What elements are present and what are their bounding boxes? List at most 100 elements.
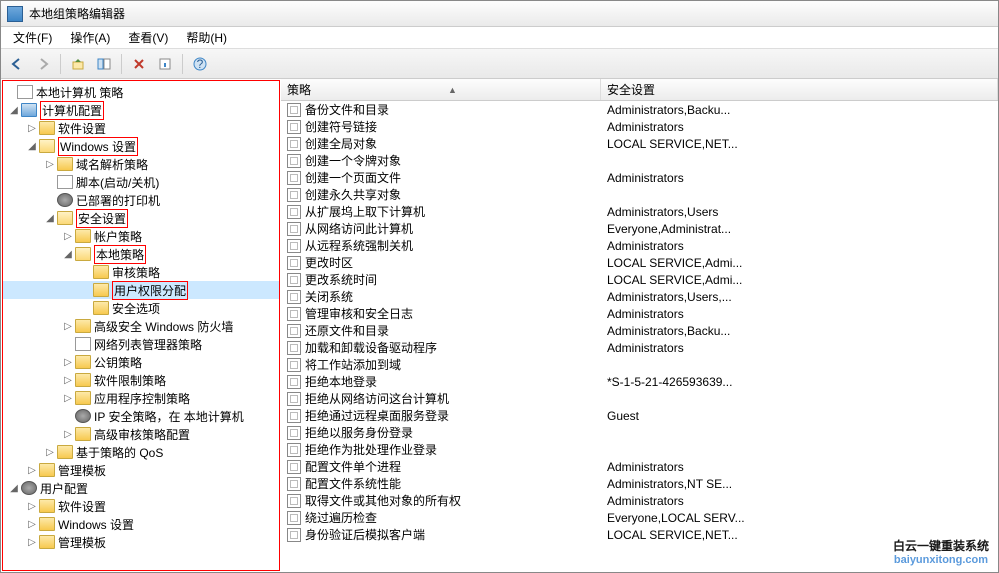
policy-item-icon xyxy=(287,154,301,168)
menu-action[interactable]: 操作(A) xyxy=(62,27,118,48)
list-row[interactable]: 将工作站添加到域 xyxy=(281,356,998,373)
tree-security-settings[interactable]: ◢ 安全设置 xyxy=(3,209,279,227)
tree-ipsec[interactable]: ▷IP 安全策略，在 本地计算机 xyxy=(3,407,279,425)
content-area: ▷本地计算机 策略 ◢计算机配置 ▷软件设置 ◢Windows 设置 ▷域名解析… xyxy=(1,79,998,572)
expand-icon[interactable]: ▷ xyxy=(61,321,75,332)
expand-icon[interactable]: ◢ xyxy=(25,141,39,152)
expand-icon[interactable]: ▷ xyxy=(25,465,39,476)
tree-software-settings[interactable]: ▷软件设置 xyxy=(3,119,279,137)
printer-icon xyxy=(57,193,73,207)
menu-help[interactable]: 帮助(H) xyxy=(178,27,235,48)
tree-root[interactable]: ▷本地计算机 策略 xyxy=(3,83,279,101)
properties-button[interactable] xyxy=(153,52,177,76)
list-row[interactable]: 身份验证后模拟客户端LOCAL SERVICE,NET... xyxy=(281,526,998,543)
list-row[interactable]: 更改时区LOCAL SERVICE,Admi... xyxy=(281,254,998,271)
up-button[interactable] xyxy=(66,52,90,76)
list-row[interactable]: 配置文件系统性能Administrators,NT SE... xyxy=(281,475,998,492)
expand-icon[interactable]: ▷ xyxy=(61,375,75,386)
policy-name: 从扩展坞上取下计算机 xyxy=(305,203,425,220)
tree-pubkey[interactable]: ▷公钥策略 xyxy=(3,353,279,371)
policy-item-icon xyxy=(287,307,301,321)
list-row[interactable]: 从扩展坞上取下计算机Administrators,Users xyxy=(281,203,998,220)
tree-computer-config[interactable]: ◢计算机配置 xyxy=(3,101,279,119)
expand-icon[interactable]: ▷ xyxy=(25,537,39,548)
tree-uc-windows[interactable]: ▷Windows 设置 xyxy=(3,515,279,533)
list-row[interactable]: 拒绝从网络访问这台计算机 xyxy=(281,390,998,407)
help-button[interactable]: ? xyxy=(188,52,212,76)
list-row[interactable]: 管理审核和安全日志Administrators xyxy=(281,305,998,322)
tree-security-options[interactable]: ▷安全选项 xyxy=(3,299,279,317)
toolbar-separator xyxy=(60,54,61,74)
list-row[interactable]: 更改系统时间LOCAL SERVICE,Admi... xyxy=(281,271,998,288)
tree-panel[interactable]: ▷本地计算机 策略 ◢计算机配置 ▷软件设置 ◢Windows 设置 ▷域名解析… xyxy=(2,80,280,571)
tree-windows-settings[interactable]: ◢Windows 设置 xyxy=(3,137,279,155)
list-row[interactable]: 从远程系统强制关机Administrators xyxy=(281,237,998,254)
expand-icon[interactable]: ▷ xyxy=(43,159,57,170)
column-security[interactable]: 安全设置 xyxy=(601,79,998,100)
list-row[interactable]: 加载和卸载设备驱动程序Administrators xyxy=(281,339,998,356)
tree-softrestrict[interactable]: ▷软件限制策略 xyxy=(3,371,279,389)
list-row[interactable]: 创建一个令牌对象 xyxy=(281,152,998,169)
tree-local-policy[interactable]: ◢本地策略 xyxy=(3,245,279,263)
expand-icon[interactable]: ◢ xyxy=(61,249,75,260)
expand-icon[interactable]: ▷ xyxy=(61,357,75,368)
policy-icon xyxy=(17,85,33,99)
tree-uc-software[interactable]: ▷软件设置 xyxy=(3,497,279,515)
security-setting: Administrators xyxy=(601,239,998,253)
expand-icon[interactable]: ◢ xyxy=(7,105,21,116)
shield-icon xyxy=(75,409,91,423)
expand-icon[interactable]: ▷ xyxy=(25,519,39,530)
security-setting: Administrators xyxy=(601,460,998,474)
list-header: 策略▲ 安全设置 xyxy=(281,79,998,101)
policy-name: 取得文件或其他对象的所有权 xyxy=(305,492,461,509)
expand-icon[interactable]: ▷ xyxy=(61,393,75,404)
policy-name: 创建符号链接 xyxy=(305,118,377,135)
tree-netlist[interactable]: ▷网络列表管理器策略 xyxy=(3,335,279,353)
back-button[interactable] xyxy=(5,52,29,76)
list-row[interactable]: 关闭系统Administrators,Users,... xyxy=(281,288,998,305)
expand-icon[interactable]: ▷ xyxy=(43,447,57,458)
tree-audit-policy[interactable]: ▷审核策略 xyxy=(3,263,279,281)
list-row[interactable]: 创建符号链接Administrators xyxy=(281,118,998,135)
list-row[interactable]: 拒绝通过远程桌面服务登录Guest xyxy=(281,407,998,424)
list-row[interactable]: 创建全局对象LOCAL SERVICE,NET... xyxy=(281,135,998,152)
forward-button[interactable] xyxy=(31,52,55,76)
tree-admin-templates[interactable]: ▷ 管理模板 xyxy=(3,461,279,479)
menu-view[interactable]: 查看(V) xyxy=(120,27,176,48)
list-row[interactable]: 配置文件单个进程Administrators xyxy=(281,458,998,475)
list-row[interactable]: 取得文件或其他对象的所有权Administrators xyxy=(281,492,998,509)
expand-icon[interactable]: ▷ xyxy=(61,429,75,440)
list-row[interactable]: 绕过遍历检查Everyone,LOCAL SERV... xyxy=(281,509,998,526)
tree-user-config[interactable]: ◢用户配置 xyxy=(3,479,279,497)
tree-account-policy[interactable]: ▷帐户策略 xyxy=(3,227,279,245)
expand-icon[interactable]: ◢ xyxy=(7,483,21,494)
show-hide-tree-button[interactable] xyxy=(92,52,116,76)
tree-label: 管理模板 xyxy=(58,462,106,479)
tree-uc-admtmpl[interactable]: ▷管理模板 xyxy=(3,533,279,551)
tree-dns-policy[interactable]: ▷域名解析策略 xyxy=(3,155,279,173)
tree-qos[interactable]: ▷基于策略的 QoS xyxy=(3,443,279,461)
tree-appctrl[interactable]: ▷应用程序控制策略 xyxy=(3,389,279,407)
column-policy[interactable]: 策略▲ xyxy=(281,79,601,100)
tree-advaudit[interactable]: ▷高级审核策略配置 xyxy=(3,425,279,443)
list-row[interactable]: 创建永久共享对象 xyxy=(281,186,998,203)
tree-scripts[interactable]: ▷脚本(启动/关机) xyxy=(3,173,279,191)
expand-icon[interactable]: ▷ xyxy=(25,501,39,512)
list-row[interactable]: 从网络访问此计算机Everyone,Administrat... xyxy=(281,220,998,237)
tree-label: 安全设置 xyxy=(76,209,128,228)
delete-button[interactable] xyxy=(127,52,151,76)
tree-printers[interactable]: ▷已部署的打印机 xyxy=(3,191,279,209)
list-row[interactable]: 拒绝本地登录*S-1-5-21-426593639... xyxy=(281,373,998,390)
expand-icon[interactable]: ▷ xyxy=(25,123,39,134)
expand-icon[interactable]: ◢ xyxy=(43,213,57,224)
menu-file[interactable]: 文件(F) xyxy=(5,27,60,48)
list-row[interactable]: 拒绝以服务身份登录 xyxy=(281,424,998,441)
list-row[interactable]: 创建一个页面文件Administrators xyxy=(281,169,998,186)
tree-user-rights[interactable]: ▷用户权限分配 xyxy=(3,281,279,299)
list-body[interactable]: 备份文件和目录Administrators,Backu...创建符号链接Admi… xyxy=(281,101,998,572)
list-row[interactable]: 还原文件和目录Administrators,Backu... xyxy=(281,322,998,339)
list-row[interactable]: 备份文件和目录Administrators,Backu... xyxy=(281,101,998,118)
expand-icon[interactable]: ▷ xyxy=(61,231,75,242)
tree-firewall[interactable]: ▷高级安全 Windows 防火墙 xyxy=(3,317,279,335)
list-row[interactable]: 拒绝作为批处理作业登录 xyxy=(281,441,998,458)
